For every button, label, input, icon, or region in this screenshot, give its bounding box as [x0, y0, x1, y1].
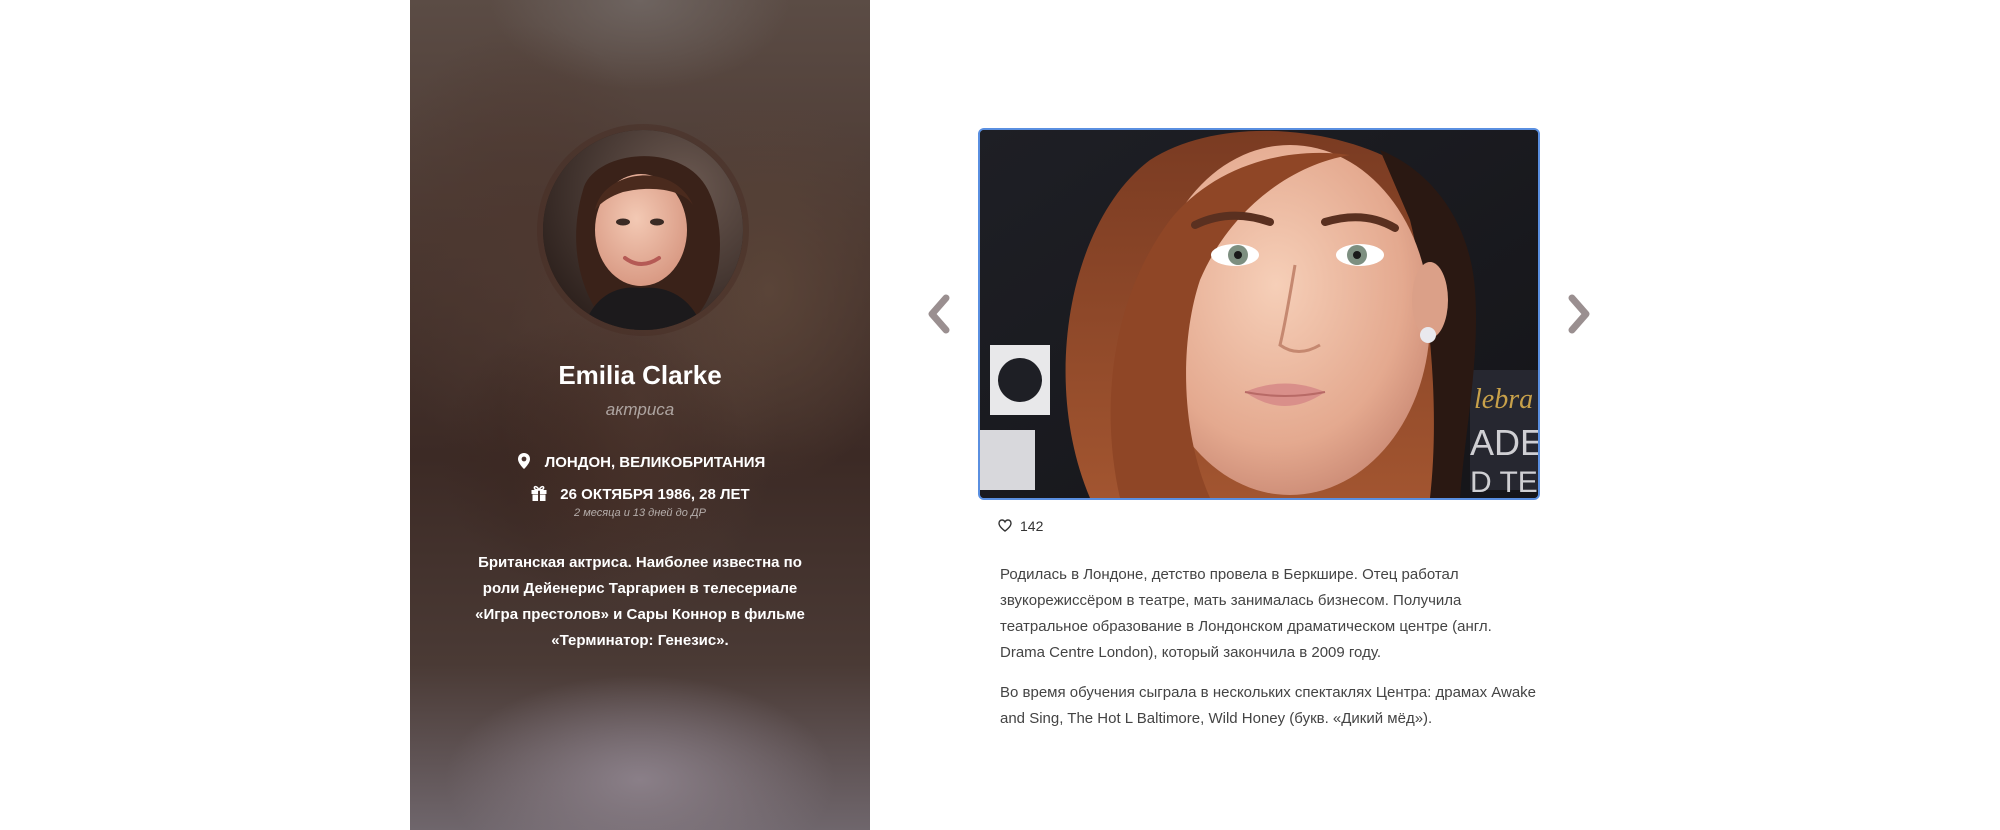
gift-icon [530, 484, 548, 502]
short-bio: Британская актриса. Наиболее известна по… [475, 554, 805, 649]
birthday-text: 26 ОКТЯБРЯ 1986, 28 ЛЕТ [560, 486, 750, 503]
location-text: ЛОНДОН, ВЕЛИКОБРИТАНИЯ [544, 454, 766, 471]
profile-occupation: актриса [605, 400, 675, 419]
gallery-next-button[interactable] [1562, 292, 1596, 336]
map-pin-icon [515, 452, 533, 470]
bio-paragraph: Родилась в Лондоне, детство провела в Бе… [1000, 566, 1492, 661]
birthday-countdown: 2 месяца и 13 дней до ДР [574, 507, 706, 519]
bio-paragraph: Во время обучения сыграла в нескольких с… [1000, 684, 1537, 727]
likes-count: 142 [1020, 518, 1044, 534]
heart-icon [998, 519, 1012, 532]
avatar [543, 130, 743, 330]
svg-text:lebra: lebra [1474, 384, 1533, 415]
chevron-left-icon [928, 294, 950, 334]
chevron-right-icon [1568, 294, 1590, 334]
like-button[interactable]: 142 [998, 518, 1043, 534]
location-row: ЛОНДОН, ВЕЛИКОБРИТАНИЯ [410, 452, 870, 471]
profile-name: Emilia Clarke [558, 360, 722, 390]
svg-text:ADE: ADE [1470, 422, 1538, 463]
profile-panel: Emilia Clarke актриса ЛОНДОН, ВЕЛИКОБРИТ… [410, 0, 870, 830]
gallery-prev-button[interactable] [922, 292, 956, 336]
gallery-photo[interactable]: lebra ADE D TE [978, 128, 1540, 500]
birthday-row: 26 ОКТЯБРЯ 1986, 28 ЛЕТ [410, 484, 870, 503]
svg-text:D TE: D TE [1470, 466, 1538, 498]
